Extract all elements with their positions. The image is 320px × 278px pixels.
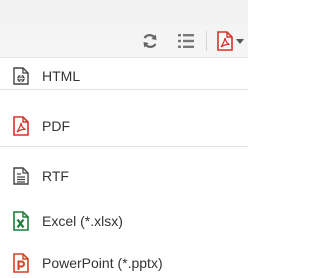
menu-item-label: RTF	[42, 168, 69, 184]
menu-item-label: HTML	[42, 68, 81, 84]
pdf-export-icon	[216, 31, 234, 51]
rtf-file-icon	[12, 167, 30, 185]
menu-item-label: PDF	[42, 118, 70, 134]
chevron-down-icon	[236, 38, 244, 44]
refresh-button[interactable]	[140, 31, 160, 51]
menu-item-pdf[interactable]: PDF	[0, 108, 248, 144]
html-file-icon	[12, 67, 30, 85]
menu-item-excel[interactable]: Excel (*.xlsx)	[0, 203, 248, 239]
list-icon	[177, 33, 195, 49]
excel-file-icon	[12, 211, 30, 231]
menu-item-label: PowerPoint (*.pptx)	[42, 254, 163, 271]
menu-divider	[0, 146, 248, 147]
refresh-icon	[141, 32, 159, 50]
list-button[interactable]	[176, 31, 196, 51]
menu-item-label: Excel (*.xlsx)	[42, 213, 123, 229]
pdf-file-icon	[12, 116, 30, 136]
menu-item-rtf[interactable]: RTF	[0, 158, 248, 194]
export-dropdown-button[interactable]	[212, 30, 248, 52]
toolbar	[0, 0, 248, 57]
toolbar-separator	[206, 31, 207, 51]
powerpoint-file-icon	[12, 252, 30, 273]
menu-item-powerpoint[interactable]: PowerPoint (*.pptx)	[0, 248, 248, 277]
menu-divider	[0, 89, 248, 90]
